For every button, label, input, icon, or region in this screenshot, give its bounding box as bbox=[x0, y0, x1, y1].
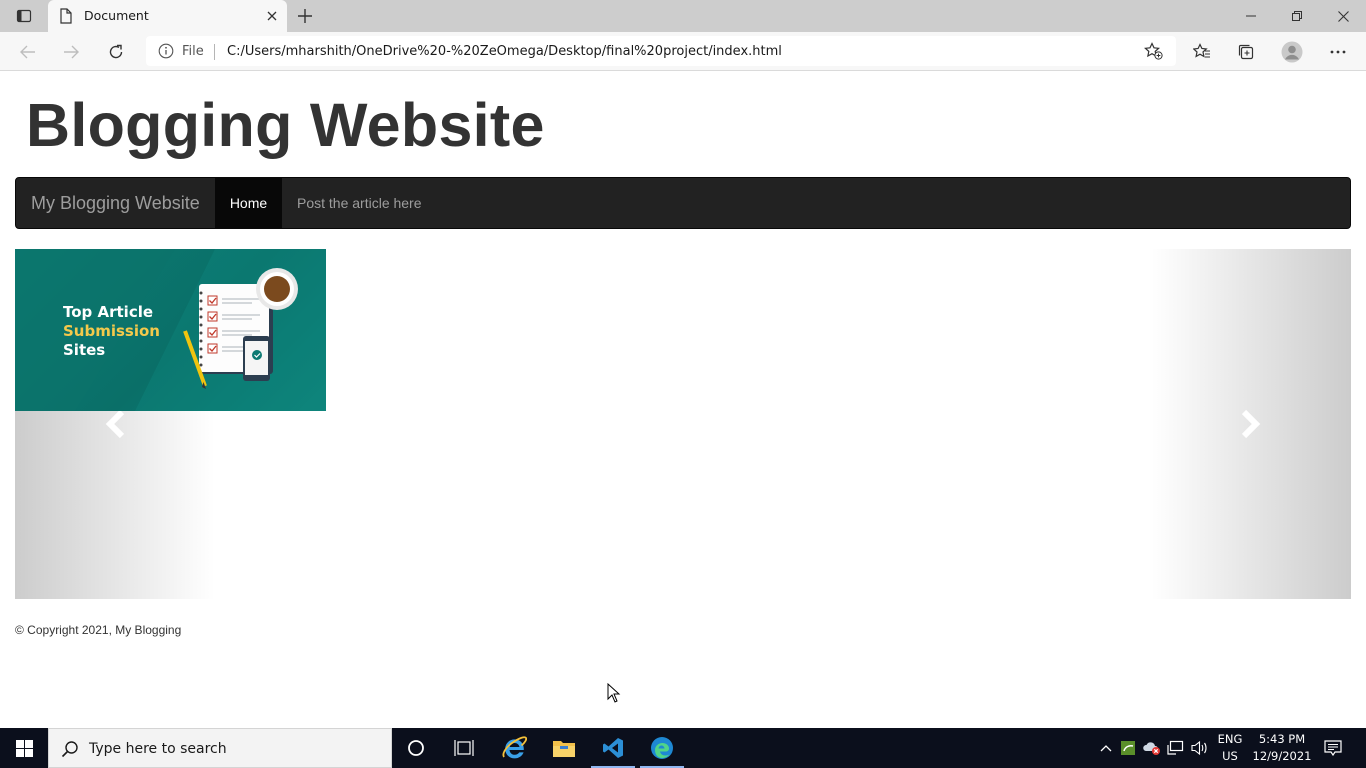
collections-button[interactable] bbox=[1232, 39, 1260, 65]
task-view-button[interactable] bbox=[440, 728, 488, 768]
volume-tray-button[interactable] bbox=[1190, 738, 1210, 758]
favorites-icon bbox=[1193, 43, 1210, 58]
tab-actions-icon bbox=[16, 9, 32, 23]
network-tray-button[interactable] bbox=[1166, 738, 1186, 758]
navbar-brand[interactable]: My Blogging Website bbox=[31, 193, 200, 214]
forward-arrow-icon bbox=[64, 45, 79, 59]
cortana-icon bbox=[408, 740, 424, 756]
task-view-icon bbox=[454, 740, 474, 756]
refresh-icon bbox=[109, 44, 123, 59]
windows-logo-icon bbox=[15, 739, 33, 757]
close-window-button[interactable] bbox=[1320, 0, 1366, 32]
onedrive-tray-button[interactable] bbox=[1142, 738, 1162, 758]
clock[interactable]: 5:43 PM 12/9/2021 bbox=[1250, 731, 1314, 765]
internet-explorer-button[interactable] bbox=[490, 728, 538, 768]
avatar-icon bbox=[1281, 41, 1303, 63]
folder-icon bbox=[553, 741, 575, 757]
edge-icon bbox=[651, 737, 673, 759]
chevron-left-icon bbox=[105, 409, 125, 439]
document-icon bbox=[59, 8, 73, 29]
refresh-button[interactable] bbox=[102, 39, 130, 65]
favorites-button[interactable] bbox=[1188, 39, 1216, 65]
clock-time: 5:43 PM bbox=[1258, 732, 1306, 746]
tab-title: Document bbox=[84, 8, 149, 23]
profile-button[interactable] bbox=[1278, 39, 1306, 65]
info-icon[interactable] bbox=[158, 43, 174, 64]
close-icon bbox=[1337, 10, 1349, 22]
add-favorite-icon[interactable] bbox=[1144, 42, 1163, 65]
cloud-error-icon bbox=[1143, 742, 1160, 755]
speaker-icon bbox=[1191, 740, 1207, 756]
browser-toolbar: File C:/Users/mharshith/OneDrive%20-%20Z… bbox=[0, 32, 1366, 71]
start-button[interactable] bbox=[0, 728, 48, 768]
taskbar-search-box[interactable]: Type here to search bbox=[48, 728, 392, 768]
file-explorer-button[interactable] bbox=[540, 728, 588, 768]
forward-button[interactable] bbox=[57, 39, 85, 65]
vscode-icon bbox=[603, 738, 623, 758]
settings-menu-button[interactable] bbox=[1324, 39, 1352, 65]
restore-button[interactable] bbox=[1274, 0, 1320, 32]
chevron-up-icon bbox=[1100, 745, 1112, 752]
internet-explorer-icon bbox=[502, 736, 527, 759]
gpu-icon bbox=[1121, 741, 1135, 755]
slide-text-line3: Sites bbox=[63, 341, 106, 359]
language-indicator[interactable]: ENG US bbox=[1215, 731, 1245, 765]
notification-icon bbox=[1324, 740, 1342, 756]
page-title: Blogging Website bbox=[26, 91, 545, 159]
back-button[interactable] bbox=[14, 39, 42, 65]
slide-text-line1: Top Article bbox=[63, 303, 154, 321]
browser-tab[interactable]: Document bbox=[48, 0, 287, 32]
carousel-slide-image: Top Article Submission Sites bbox=[15, 249, 326, 411]
nav-item-home[interactable]: Home bbox=[215, 178, 282, 228]
region-code: US bbox=[1222, 749, 1238, 763]
article-checklist-illustration bbox=[15, 249, 326, 411]
main-navbar: My Blogging Website Home Post the articl… bbox=[15, 177, 1351, 229]
url-text[interactable]: C:/Users/mharshith/OneDrive%20-%20ZeOmeg… bbox=[227, 44, 782, 59]
edge-browser-button[interactable] bbox=[638, 728, 686, 768]
language-code: ENG bbox=[1217, 732, 1243, 746]
mouse-cursor-icon bbox=[607, 682, 621, 708]
page-footer: © Copyright 2021, My Blogging bbox=[15, 623, 182, 637]
new-tab-button[interactable] bbox=[292, 4, 318, 28]
search-icon bbox=[61, 740, 79, 763]
nav-item-post-article[interactable]: Post the article here bbox=[297, 195, 422, 211]
tab-close-icon[interactable] bbox=[262, 6, 282, 26]
search-placeholder: Type here to search bbox=[89, 741, 227, 757]
taskbar: Type here to search ENG US 5:43 PM 12/9/… bbox=[0, 728, 1366, 768]
vscode-button[interactable] bbox=[589, 728, 637, 768]
image-carousel: Top Article Submission Sites bbox=[15, 249, 1351, 599]
restore-icon bbox=[1292, 11, 1302, 21]
scheme-label: File bbox=[182, 44, 204, 59]
more-icon bbox=[1330, 50, 1346, 54]
action-center-button[interactable] bbox=[1323, 738, 1343, 758]
cortana-button[interactable] bbox=[392, 728, 440, 768]
carousel-next-button[interactable] bbox=[1151, 249, 1351, 599]
address-bar[interactable]: File C:/Users/mharshith/OneDrive%20-%20Z… bbox=[146, 36, 1176, 66]
minimize-icon bbox=[1246, 15, 1256, 17]
plus-icon bbox=[298, 9, 312, 23]
browser-tab-bar: Document bbox=[0, 0, 1366, 32]
chevron-right-icon bbox=[1241, 409, 1261, 439]
show-hidden-icons-button[interactable] bbox=[1096, 738, 1116, 758]
network-icon bbox=[1167, 740, 1184, 755]
nvidia-tray-button[interactable] bbox=[1118, 738, 1138, 758]
clock-date: 12/9/2021 bbox=[1252, 749, 1312, 763]
minimize-button[interactable] bbox=[1228, 0, 1274, 32]
collections-icon bbox=[1238, 44, 1254, 60]
slide-text-line2: Submission bbox=[63, 322, 160, 340]
divider bbox=[214, 44, 215, 60]
back-arrow-icon bbox=[20, 45, 35, 59]
tab-actions-button[interactable] bbox=[8, 4, 40, 28]
